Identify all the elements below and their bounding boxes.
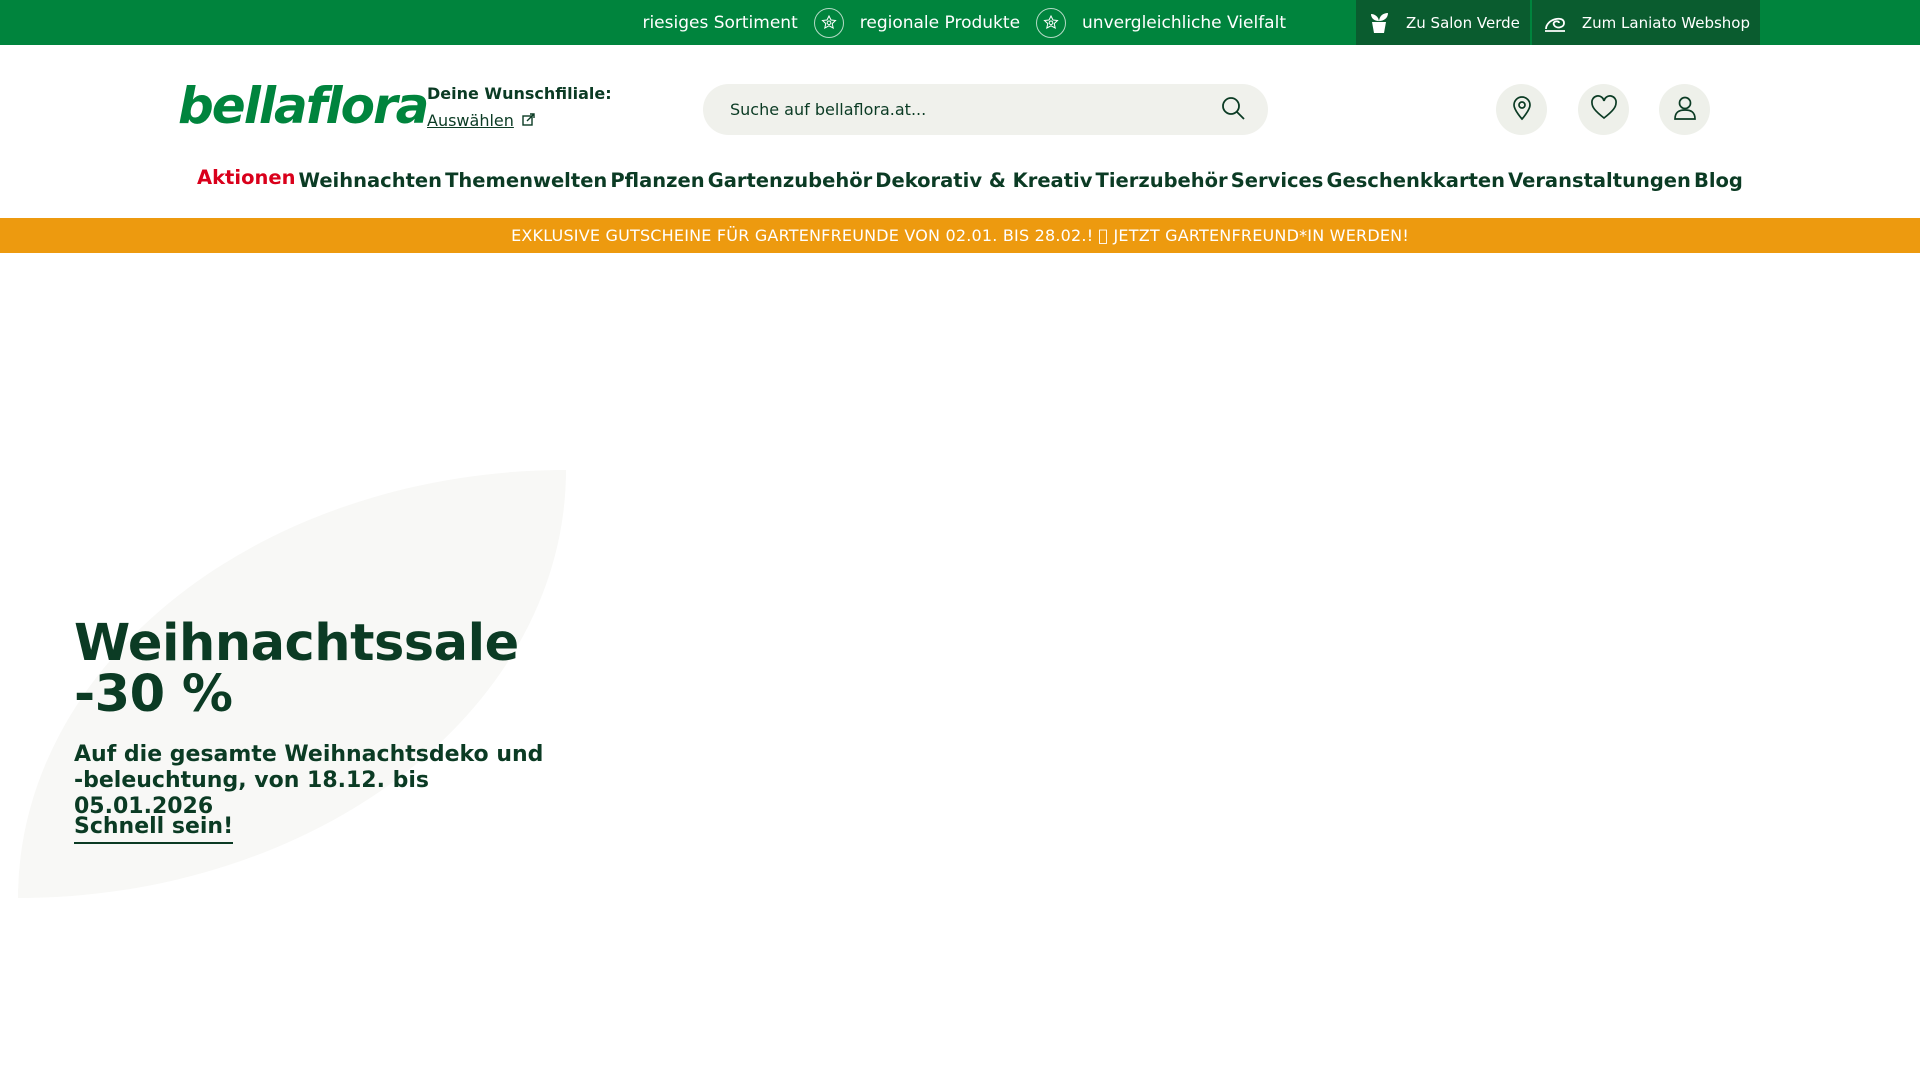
promo-banner[interactable]: EXKLUSIVE GUTSCHEINE FÜR GARTENFREUNDE V…: [0, 218, 1920, 253]
location-pin-icon: [1510, 95, 1534, 125]
nav-item-tierzubehoer[interactable]: Tierzubehör: [1096, 169, 1228, 192]
store-label: Deine Wunschfiliale:: [427, 84, 612, 103]
wishlist-button[interactable]: [1578, 84, 1629, 135]
laniato-webshop-link[interactable]: Zum Laniato Webshop: [1531, 0, 1761, 45]
hero-title: Weihnachtssale -30 %: [74, 614, 519, 724]
flower-badge-icon: [1036, 7, 1067, 38]
nav-item-weihnachten[interactable]: Weihnachten: [299, 169, 443, 192]
nav-item-dekorativ-kreativ[interactable]: Dekorativ & Kreativ: [875, 169, 1092, 192]
external-edit-icon: [522, 111, 535, 130]
heart-icon: [1590, 94, 1618, 125]
salon-verde-link[interactable]: Zu Salon Verde: [1356, 0, 1530, 45]
hero-subtitle: Auf die gesamte Weihnachtsdeko und -bele…: [74, 742, 544, 819]
nav-item-aktionen[interactable]: Aktionen: [197, 166, 295, 189]
store-locator-button[interactable]: [1496, 84, 1547, 135]
nav-item-veranstaltungen[interactable]: Veranstaltungen: [1508, 169, 1691, 192]
snail-icon: [1538, 6, 1572, 40]
select-store-link[interactable]: Auswählen: [427, 111, 612, 130]
plant-pot-icon: [1362, 6, 1396, 40]
account-button[interactable]: [1659, 84, 1710, 135]
store-selector: Deine Wunschfiliale: Auswählen: [427, 84, 612, 130]
top-bar: riesiges Sortiment regionale Produkte un…: [0, 0, 1920, 45]
flower-badge-icon: [813, 7, 844, 38]
nav-item-services[interactable]: Services: [1231, 169, 1324, 192]
hero-cta-link[interactable]: Schnell sein!: [74, 814, 234, 844]
salon-verde-label: Zu Salon Verde: [1406, 13, 1520, 32]
usp-item: riesiges Sortiment: [642, 12, 798, 33]
usp-list: riesiges Sortiment regionale Produkte un…: [642, 0, 1286, 45]
nav-item-blog[interactable]: Blog: [1694, 169, 1743, 192]
nav-item-pflanzen[interactable]: Pflanzen: [610, 169, 704, 192]
user-icon: [1673, 95, 1697, 125]
search-icon[interactable]: [1220, 95, 1246, 125]
promo-text: EXKLUSIVE GUTSCHEINE FÜR GARTENFREUNDE V…: [511, 226, 1409, 245]
laniato-webshop-label: Zum Laniato Webshop: [1581, 13, 1751, 32]
usp-item: unvergleichliche Vielfalt: [1082, 12, 1286, 33]
main-navigation: Aktionen Weihnachten Themenwelten Pflanz…: [178, 164, 1743, 196]
top-links: Zu Salon Verde Zum Laniato Webshop: [1356, 0, 1761, 45]
usp-item: regionale Produkte: [859, 12, 1021, 33]
nav-item-gartenzubehoer[interactable]: Gartenzubehör: [708, 169, 873, 192]
bellaflora-logo[interactable]: bellaflora: [178, 76, 429, 136]
search-bar: [703, 84, 1268, 135]
select-store-label: Auswählen: [427, 111, 514, 130]
nav-item-geschenkkarten[interactable]: Geschenkkarten: [1326, 169, 1505, 192]
search-input[interactable]: [728, 99, 1220, 120]
nav-item-themenwelten[interactable]: Themenwelten: [445, 169, 607, 192]
